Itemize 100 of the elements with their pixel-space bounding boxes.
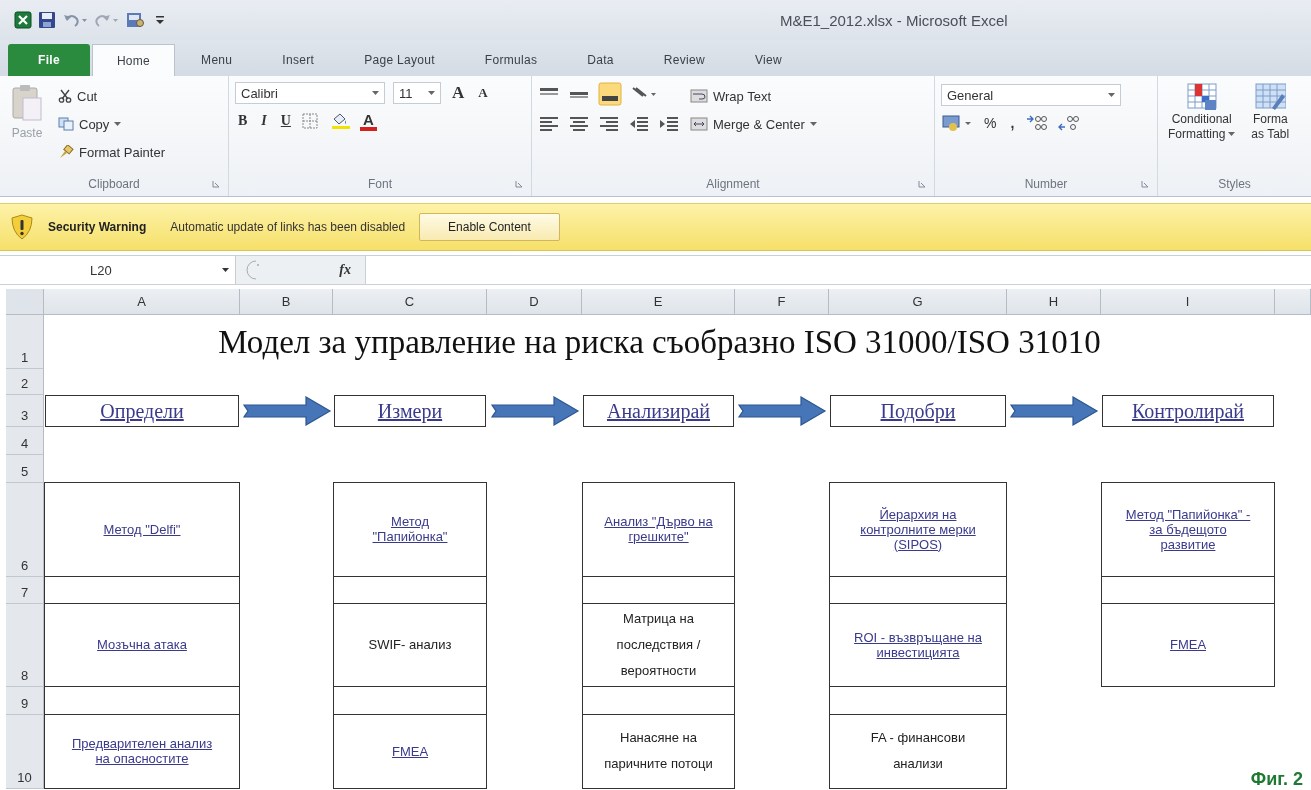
row-header[interactable]: 3 [6,395,44,427]
column-header[interactable]: H [1007,289,1101,315]
security-warning-title: Security Warning [48,220,147,234]
currency-icon[interactable] [941,113,973,133]
step-link[interactable]: Определи [45,395,239,427]
merge-cells-icon [690,117,708,131]
conditional-formatting-button[interactable]: Conditional Formatting [1164,82,1240,172]
caret-icon [222,267,229,273]
ribbon-tab[interactable]: Home [91,44,176,76]
excel-logo-icon[interactable] [14,11,32,29]
dialog-launcher-icon[interactable] [918,180,926,188]
underline-button[interactable]: U [277,110,294,132]
group-label: Clipboard [88,177,140,191]
merge-center-button[interactable]: Merge & Center [688,112,819,136]
bold-button[interactable]: B [235,110,251,132]
row-header[interactable]: 10 [6,715,44,789]
method-link[interactable]: FMEA [1101,602,1275,687]
font-name-dropdown[interactable]: Calibri [235,82,385,104]
copy-icon [58,117,74,131]
caret-icon [372,90,379,96]
method-link[interactable]: Метод "Папийонка" - за бъдещото развитие [1101,481,1275,577]
dialog-launcher-icon[interactable] [1141,180,1149,188]
italic-button[interactable]: I [258,110,270,132]
warning-shield-icon [10,214,34,240]
insert-function-button[interactable]: fx [333,261,357,279]
column-header[interactable]: G [829,289,1007,315]
method-link[interactable]: Предварителен анализ на опасностите [44,713,240,789]
percent-button[interactable]: % [981,112,1000,134]
row-header[interactable]: 9 [6,687,44,715]
ribbon-tab[interactable]: Insert [258,44,339,76]
row-header[interactable]: 5 [6,455,44,483]
increase-decimal-icon[interactable] [1025,113,1050,133]
decrease-indent-icon[interactable] [628,114,650,134]
format-as-table-button[interactable]: Forma as Tabl [1247,82,1294,172]
row-header[interactable]: 4 [6,427,44,455]
method-link[interactable]: FMEA [333,713,487,789]
align-left-icon[interactable] [538,114,560,134]
step-link[interactable]: Контролирай [1102,395,1274,427]
row-header[interactable]: 2 [6,369,44,395]
group-label: Styles [1218,177,1251,191]
method-link[interactable]: Метод "Delfi" [44,481,240,577]
ribbon-tab[interactable]: Formulas [460,44,562,76]
method-link[interactable]: Анализ "Дърво на грешките" [582,481,735,577]
column-header[interactable]: D [487,289,582,315]
step-link[interactable]: Измери [334,395,486,427]
ribbon-tab[interactable]: Menu [177,44,257,76]
row-header[interactable]: 8 [6,604,44,687]
method-link[interactable]: ROI - възвръщане на инвестицията [829,602,1007,687]
ribbon-tab[interactable]: Page Layout [340,44,459,76]
method-link[interactable]: Йерархия на контролните мерки (SIPOS) [829,481,1007,577]
column-header[interactable]: E [582,289,735,315]
ribbon-tab[interactable]: View [730,44,806,76]
format-painter-button[interactable]: Format Painter [56,140,167,164]
method-cell: FA - финансови анализи [829,713,1007,789]
grow-font-button[interactable]: A [449,82,468,104]
dialog-launcher-icon[interactable] [212,180,220,188]
fill-color-icon[interactable] [329,112,352,130]
wrap-text-button[interactable]: Wrap Text [688,84,819,108]
table-grid-icon [1254,82,1287,112]
increase-indent-icon[interactable] [658,114,680,134]
font-color-button[interactable]: A [359,111,377,131]
align-bottom-icon[interactable] [598,82,622,106]
step-link[interactable]: Анализирай [583,395,734,427]
column-header[interactable]: B [240,289,333,315]
shrink-font-button[interactable]: A [475,82,491,104]
column-header[interactable]: C [333,289,487,315]
caret-icon [1228,132,1236,137]
column-header[interactable]: A [44,289,240,315]
row-header[interactable]: 1 [6,315,44,369]
number-format-dropdown[interactable]: General [941,84,1121,106]
row-header[interactable]: 6 [6,483,44,577]
step-link[interactable]: Подобри [830,395,1006,427]
column-header[interactable]: F [735,289,829,315]
save-icon[interactable] [38,11,56,29]
security-warning-message: Automatic update of links has been disabled [170,220,406,234]
comma-style-button[interactable]: , [1007,112,1018,134]
window-title: M&E1_2012.xlsx - Microsoft Excel [780,12,1008,29]
align-center-icon[interactable] [568,114,590,134]
copy-button[interactable]: Copy [56,112,167,136]
ribbon-tab[interactable]: File [8,44,90,76]
decrease-decimal-icon[interactable] [1057,113,1082,133]
dialog-launcher-icon[interactable] [515,180,523,188]
column-header[interactable]: I [1101,289,1275,315]
ribbon-tab[interactable]: Review [639,44,729,76]
wrap-text-icon [690,89,708,103]
ribbon-tab[interactable]: Data [563,44,638,76]
align-right-icon[interactable] [598,114,620,134]
enable-content-button[interactable]: Enable Content [419,213,560,241]
caret-icon [114,121,122,127]
group-label: Alignment [706,177,760,191]
method-link[interactable]: Метод "Папийонка" [333,481,487,577]
sheet-title: Модел за управление на риска съобразно ISO 31000/ISO 31010 [217,322,1102,362]
font-size-dropdown[interactable]: 11 [393,82,441,104]
cut-button[interactable]: Cut [56,84,167,108]
table-grid-icon [1185,82,1218,112]
caret-icon [428,90,435,96]
caret-icon [1108,92,1115,98]
method-link[interactable]: Мозъчна атака [44,602,240,687]
row-header[interactable]: 7 [6,577,44,604]
method-cell: Нанасяне на паричните потоци [582,713,735,789]
